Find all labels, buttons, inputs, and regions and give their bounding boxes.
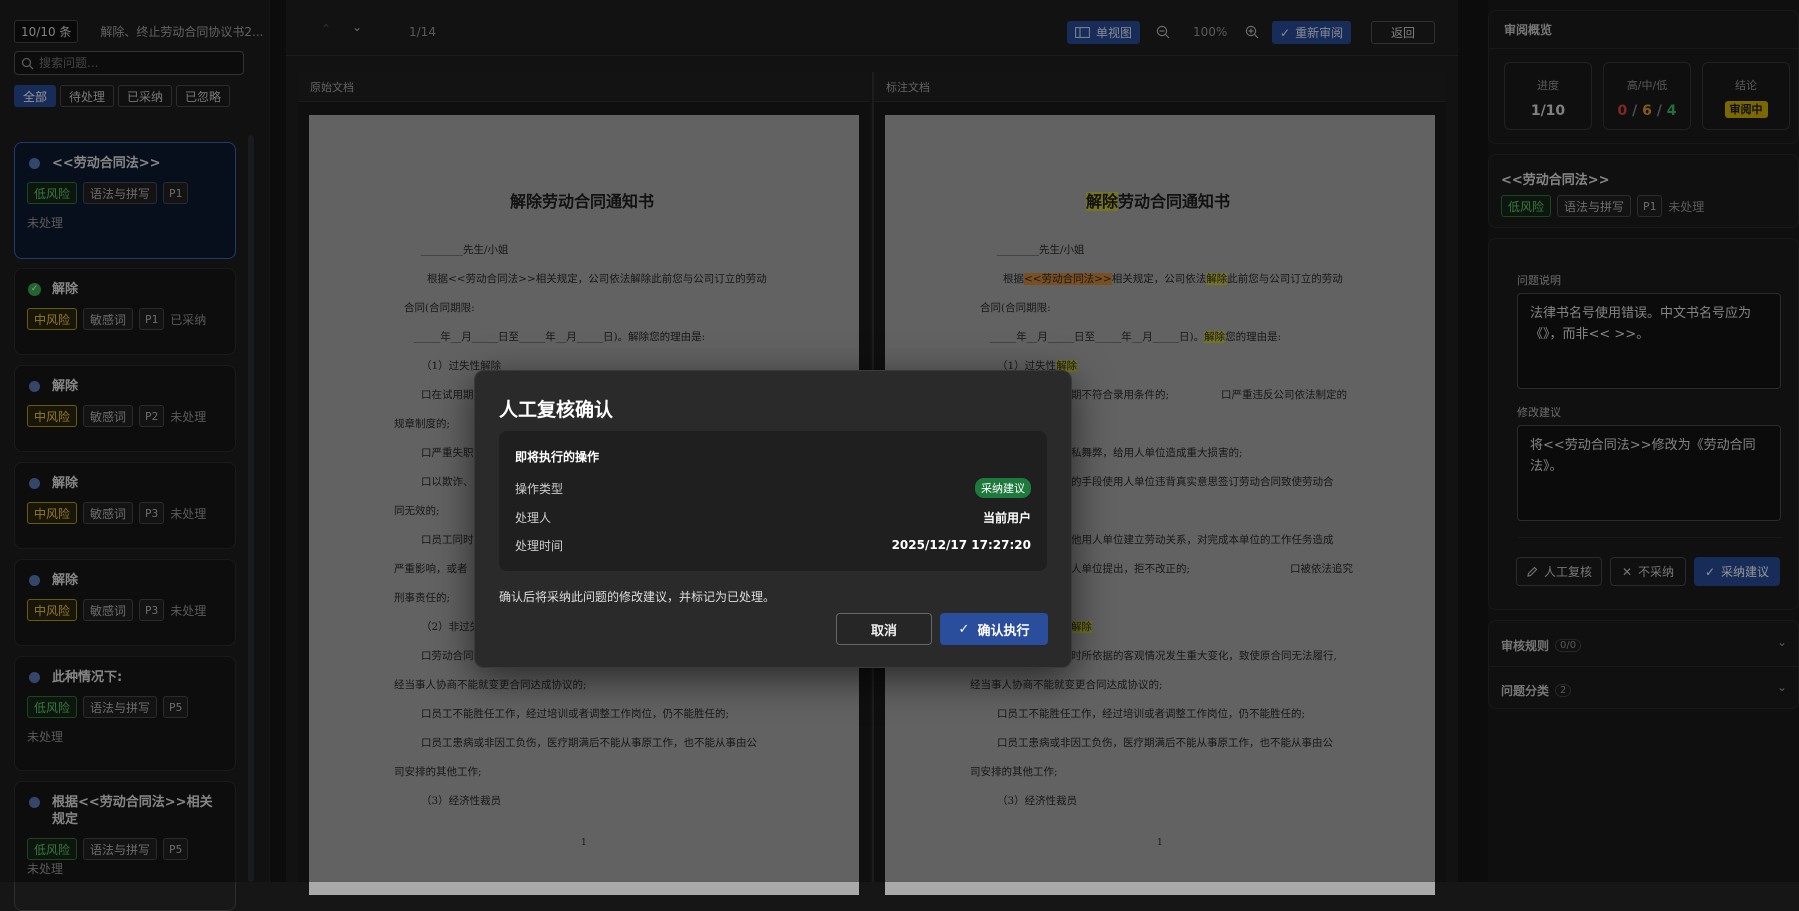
modal-note: 确认后将采纳此问题的修改建议，并标记为已处理。 bbox=[499, 590, 776, 604]
time-label: 处理时间 bbox=[515, 538, 564, 553]
check-icon: ✓ bbox=[958, 621, 970, 637]
op-type-label: 操作类型 bbox=[515, 481, 564, 496]
confirm-modal: 人工复核确认 即将执行的操作 操作类型 采纳建议 处理人 当前用户 处理时间 2… bbox=[474, 370, 1072, 668]
handler-value: 当前用户 bbox=[982, 510, 1031, 525]
operation-box: 即将执行的操作 操作类型 采纳建议 处理人 当前用户 处理时间 2025/12/… bbox=[499, 431, 1047, 571]
time-value: 2025/12/17 17:27:20 bbox=[891, 538, 1031, 552]
modal-title: 人工复核确认 bbox=[499, 399, 614, 421]
cancel-label: 取消 bbox=[870, 623, 897, 639]
op-type-badge: 采纳建议 bbox=[975, 478, 1031, 498]
confirm-label: 确认执行 bbox=[977, 623, 1030, 639]
handler-label: 处理人 bbox=[515, 510, 552, 525]
operation-box-title: 即将执行的操作 bbox=[515, 450, 600, 464]
cancel-button[interactable]: 取消 bbox=[836, 613, 932, 645]
confirm-button[interactable]: ✓ 确认执行 bbox=[940, 613, 1048, 645]
